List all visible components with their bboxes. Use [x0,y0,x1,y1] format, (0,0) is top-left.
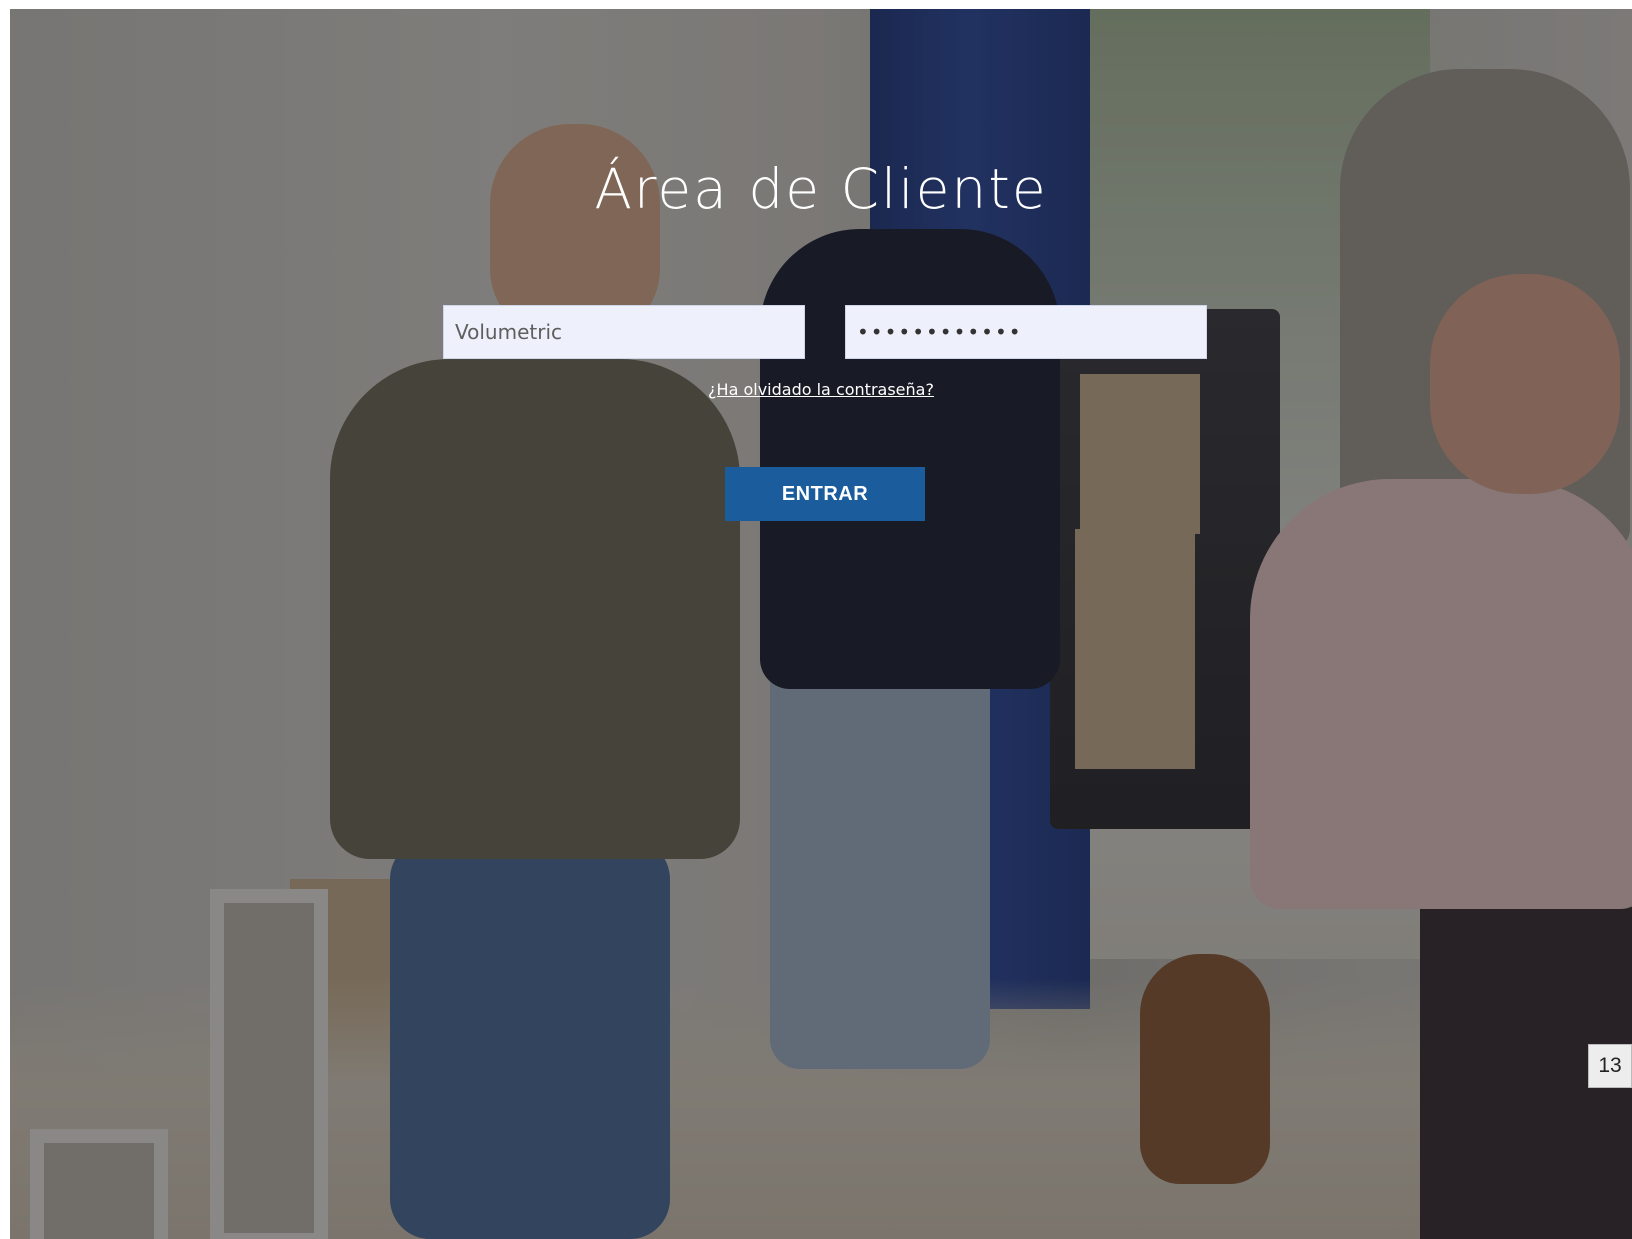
login-page: Área de Cliente ¿Ha olvidado la contrase… [10,9,1632,1239]
login-form: Área de Cliente ¿Ha olvidado la contrase… [10,9,1632,1239]
forgot-password-link[interactable]: ¿Ha olvidado la contraseña? [10,380,1632,399]
password-input[interactable] [845,305,1207,359]
username-input[interactable] [443,305,805,359]
submit-button[interactable]: ENTRAR [725,467,925,521]
page-number-badge: 13 [1588,1044,1632,1088]
page-title: Área de Cliente [594,157,1048,221]
